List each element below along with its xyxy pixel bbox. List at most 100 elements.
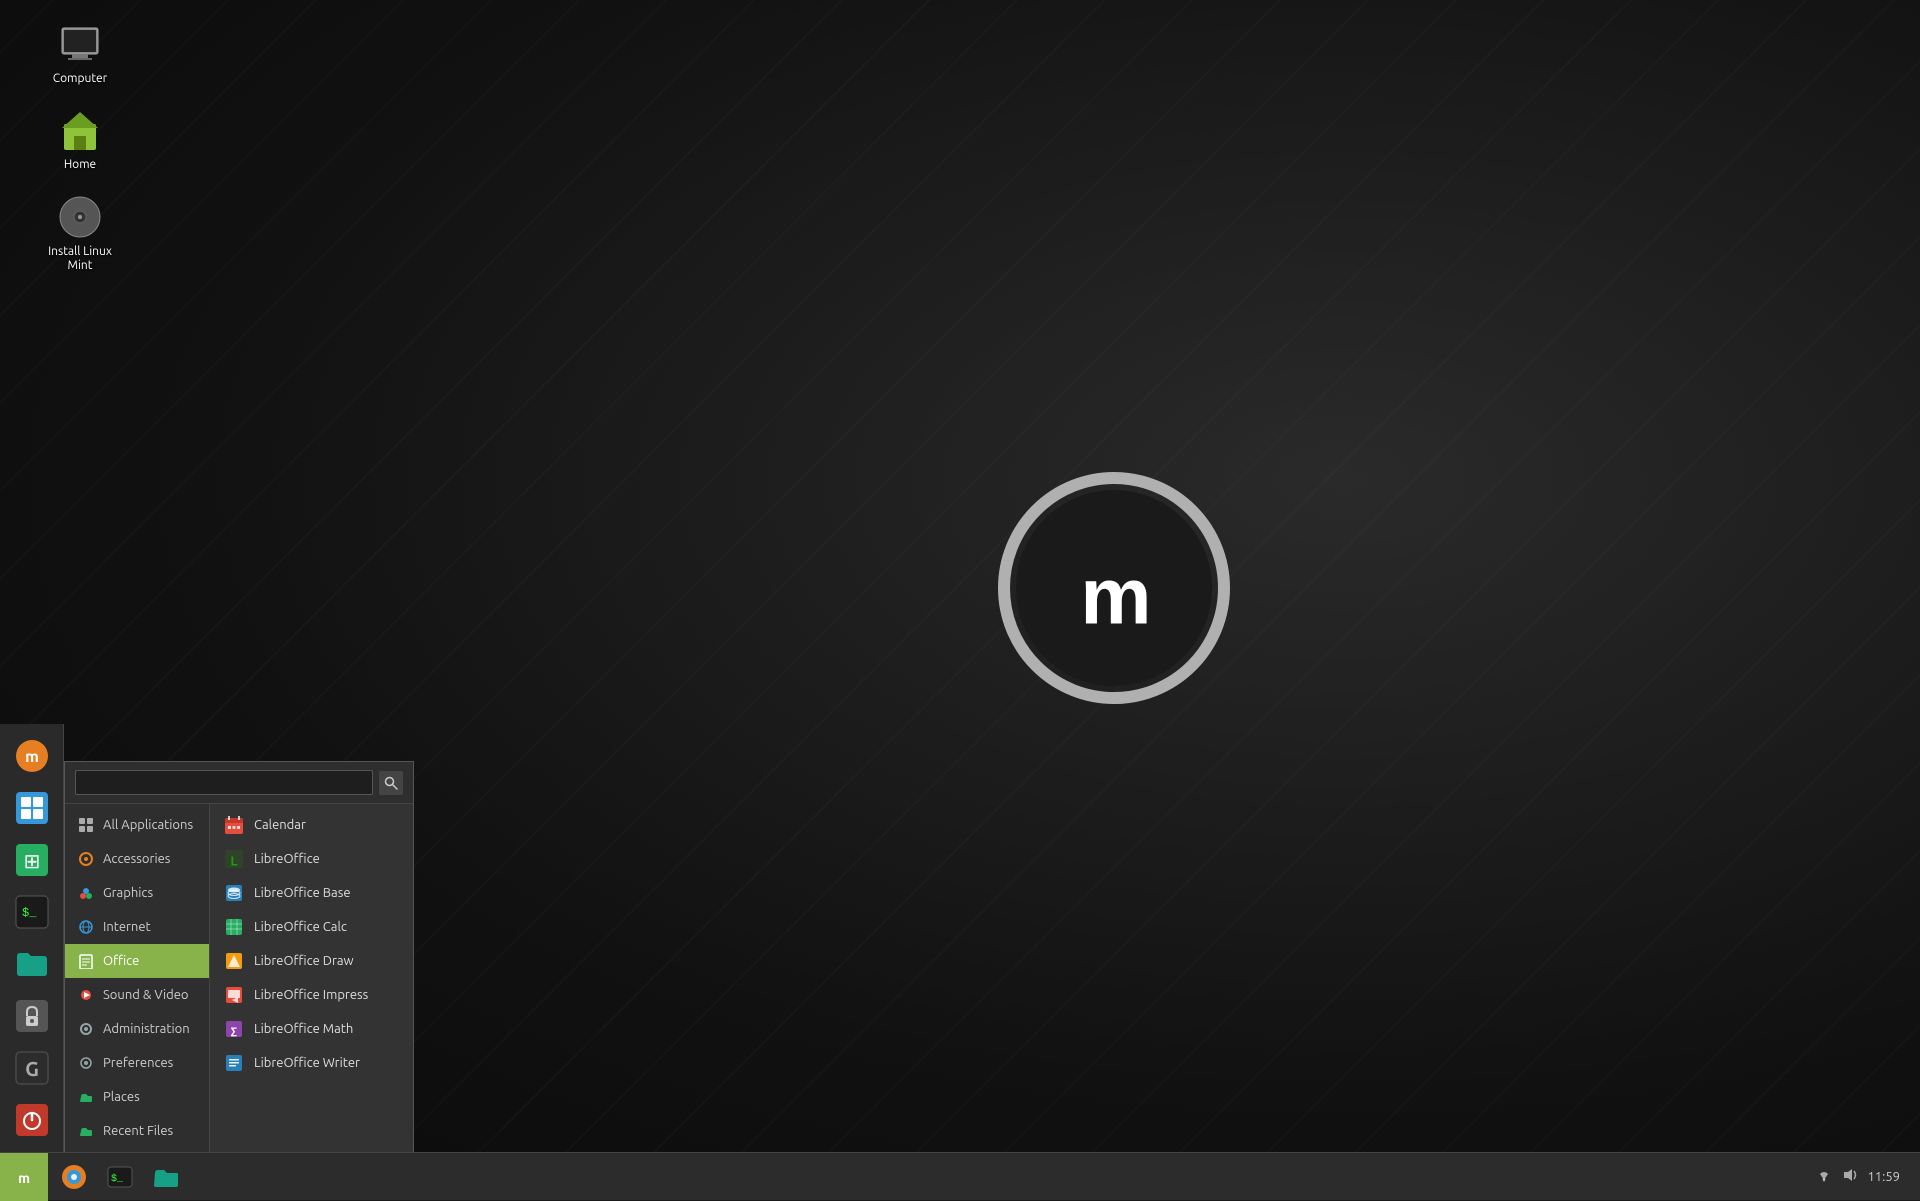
category-sound-video-label: Sound & Video [103,988,189,1002]
svg-text:m: m [25,748,39,766]
category-all-label: All Applications [103,818,193,832]
taskbar-terminal[interactable]: $_ [98,1155,142,1199]
app-lo-base-label: LibreOffice Base [254,886,351,900]
desktop-icon-home[interactable]: Home [40,106,120,172]
lo-writer-icon [224,1053,244,1073]
svg-text:m: m [18,1169,30,1185]
svg-text:m: m [1080,552,1147,641]
menu-panel: All Applications Accessories [64,761,414,1152]
sound-icon [1841,1166,1859,1187]
all-apps-icon [77,816,95,834]
category-graphics[interactable]: Graphics [65,876,209,910]
desktop-icon-install[interactable]: Install Linux Mint [40,193,120,274]
sidebar-mint-home[interactable]: m [8,732,56,780]
sidebar-power[interactable] [8,1096,56,1144]
category-office-label: Office [103,954,139,968]
search-bar [65,762,413,804]
search-button[interactable] [379,771,403,795]
taskbar-systray: 11:59 [1803,1166,1920,1187]
sidebar-folder[interactable] [8,940,56,988]
prefs-icon [77,1054,95,1072]
app-lo-math[interactable]: ∑ LibreOffice Math [210,1012,413,1046]
categories-panel: All Applications Accessories [65,804,210,1152]
app-calendar-label: Calendar [254,818,306,832]
lo-impress-icon [224,985,244,1005]
office-icon [77,952,95,970]
app-lo-draw-label: LibreOffice Draw [254,954,354,968]
taskbar-files[interactable] [144,1155,188,1199]
sidebar-software-manager[interactable] [8,784,56,832]
app-calendar[interactable]: Calendar [210,808,413,842]
lo-math-icon: ∑ [224,1019,244,1039]
search-input[interactable] [75,770,373,795]
places-icon [77,1088,95,1106]
taskbar-clock: 11:59 [1867,1170,1908,1184]
svg-text:L: L [230,854,237,868]
admin-icon [77,1020,95,1038]
computer-label: Computer [53,72,107,86]
desktop-logo: m [994,468,1234,708]
app-lo-calc-label: LibreOffice Calc [254,920,347,934]
svg-text:∑: ∑ [231,1026,237,1038]
svg-text:G: G [25,1057,39,1080]
home-label: Home [64,158,96,172]
apps-panel: Calendar L LibreOffice [210,804,413,1152]
app-lo-calc[interactable]: LibreOffice Calc [210,910,413,944]
taskbar-items: $_ [48,1155,1803,1199]
app-lo-base[interactable]: LibreOffice Base [210,876,413,910]
app-lo-math-label: LibreOffice Math [254,1022,353,1036]
category-all[interactable]: All Applications [65,808,209,842]
svg-text:$_: $_ [22,906,37,920]
category-sound-video[interactable]: Sound & Video [65,978,209,1012]
computer-icon [56,20,104,68]
category-graphics-label: Graphics [103,886,153,900]
menu-content: All Applications Accessories [65,804,413,1152]
lo-draw-icon [224,951,244,971]
taskbar-start-button[interactable]: m [0,1153,48,1201]
category-recent-label: Recent Files [103,1124,173,1138]
desktop-icons: Computer Home Install Linux Mint [40,20,120,274]
category-prefs-label: Preferences [103,1056,173,1070]
desktop-icon-computer[interactable]: Computer [40,20,120,86]
desktop: m Computer Home [0,0,1920,1200]
app-lo-impress-label: LibreOffice Impress [254,988,368,1002]
sidebar-terminal[interactable]: $_ [8,888,56,936]
install-icon [56,193,104,241]
app-launcher-sidebar: m ⊞ $_ [0,724,64,1152]
app-lo-writer-label: LibreOffice Writer [254,1056,360,1070]
accessories-icon [77,850,95,868]
app-libreoffice[interactable]: L LibreOffice [210,842,413,876]
graphics-icon [77,884,95,902]
category-preferences[interactable]: Preferences [65,1046,209,1080]
sound-video-icon [77,986,95,1004]
category-admin-label: Administration [103,1022,190,1036]
taskbar: m $_ [0,1152,1920,1200]
lo-calc-icon [224,917,244,937]
sidebar-lock[interactable] [8,992,56,1040]
sidebar-synaptic[interactable]: ⊞ [8,836,56,884]
libreoffice-icon: L [224,849,244,869]
app-lo-impress[interactable]: LibreOffice Impress [210,978,413,1012]
app-lo-writer[interactable]: LibreOffice Writer [210,1046,413,1080]
category-administration[interactable]: Administration [65,1012,209,1046]
category-accessories[interactable]: Accessories [65,842,209,876]
svg-text:$_: $_ [111,1173,124,1185]
install-label: Install Linux Mint [40,245,120,274]
lo-base-icon [224,883,244,903]
category-places-label: Places [103,1090,140,1104]
svg-text:⊞: ⊞ [23,849,40,872]
app-libreoffice-label: LibreOffice [254,852,320,866]
category-internet[interactable]: Internet [65,910,209,944]
taskbar-firefox[interactable] [52,1155,96,1199]
home-icon [56,106,104,154]
internet-icon [77,918,95,936]
sidebar-grub[interactable]: G [8,1044,56,1092]
category-office[interactable]: Office [65,944,209,978]
category-recent[interactable]: Recent Files [65,1114,209,1148]
recent-icon [77,1122,95,1140]
network-icon [1815,1166,1833,1187]
category-places[interactable]: Places [65,1080,209,1114]
category-accessories-label: Accessories [103,852,170,866]
category-internet-label: Internet [103,920,151,934]
app-lo-draw[interactable]: LibreOffice Draw [210,944,413,978]
